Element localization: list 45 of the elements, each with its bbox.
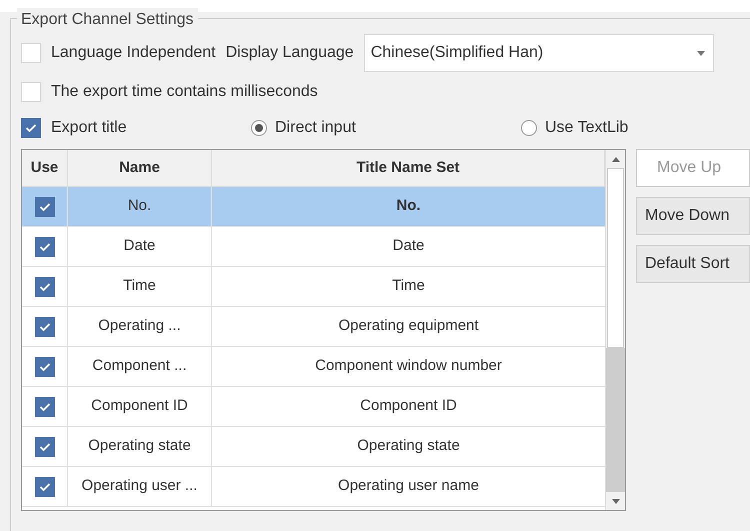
- table-row[interactable]: Operating state Operating state: [22, 427, 605, 467]
- checkbox[interactable]: [34, 196, 54, 216]
- table-row[interactable]: Time Time: [22, 267, 605, 307]
- scroll-up-icon[interactable]: [612, 156, 620, 162]
- table-cell: Operating user ...: [68, 467, 212, 507]
- checkbox[interactable]: [21, 43, 41, 63]
- table-cell: Operating user name: [212, 467, 605, 507]
- radio-button[interactable]: [251, 120, 267, 136]
- checkbox[interactable]: [34, 316, 54, 336]
- checkmark-icon: [38, 362, 50, 372]
- checkbox[interactable]: [34, 476, 54, 496]
- table-row[interactable]: Operating ... Operating equipment: [22, 307, 605, 347]
- checkmark-icon: [38, 322, 50, 332]
- table-row[interactable]: Operating user ... Operating user name: [22, 467, 605, 507]
- table-row[interactable]: Component ... Component window number: [22, 347, 605, 387]
- checkbox[interactable]: [34, 396, 54, 416]
- table-row[interactable]: No. No.: [22, 187, 605, 227]
- dropdown-caret-icon: [696, 50, 705, 56]
- table-row[interactable]: Component ID Component ID: [22, 387, 605, 427]
- checkbox[interactable]: [21, 82, 41, 102]
- radio-label: Direct input: [275, 118, 356, 138]
- language-dropdown[interactable]: Chinese(Simplified Han): [364, 34, 714, 72]
- checkmark-icon: [38, 202, 50, 212]
- checkmark-icon: [38, 442, 50, 452]
- checkbox-label: The export time contains milliseconds: [51, 82, 318, 102]
- checkbox[interactable]: [34, 436, 54, 456]
- action-button[interactable]: Default Sort: [636, 245, 750, 283]
- checkbox-label: Language Independent: [51, 43, 216, 63]
- checkmark-icon: [38, 402, 50, 412]
- checkbox[interactable]: [34, 356, 54, 376]
- checkmark-icon: [25, 123, 37, 133]
- checkmark-icon: [38, 482, 50, 492]
- scrollbar[interactable]: [605, 150, 625, 510]
- radio-label: Use TextLib: [545, 118, 628, 138]
- checkbox[interactable]: [34, 276, 54, 296]
- radio-button[interactable]: [521, 120, 537, 136]
- field-label: Display Language: [226, 43, 354, 63]
- checkmark-icon: [38, 242, 50, 252]
- checkmark-icon: [38, 282, 50, 292]
- scroll-down-icon[interactable]: [612, 498, 620, 504]
- checkbox[interactable]: [34, 236, 54, 256]
- action-button[interactable]: Move Down: [636, 197, 750, 235]
- table-row[interactable]: Date Date: [22, 227, 605, 267]
- checkbox[interactable]: [21, 118, 41, 138]
- checkbox-label: Export title: [51, 118, 127, 138]
